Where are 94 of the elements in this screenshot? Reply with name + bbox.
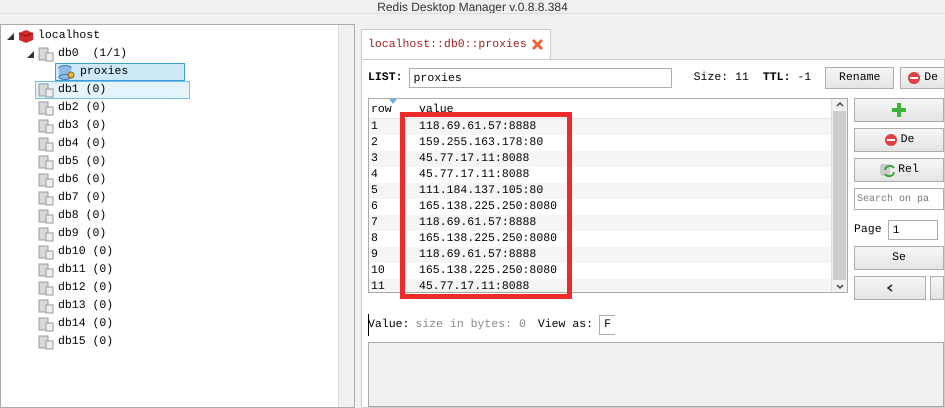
table-cell-text: 118.69.61.57:8888 xyxy=(418,119,538,136)
expand-arrow-icon[interactable] xyxy=(6,32,14,40)
delete-icon xyxy=(884,133,898,147)
database-icon xyxy=(38,136,54,152)
database-icon xyxy=(38,316,54,332)
scroll-up-icon[interactable] xyxy=(834,99,844,109)
table-cell-text: 8 xyxy=(370,231,379,248)
tree-item[interactable]: db14 (0) xyxy=(35,315,116,333)
database-icon xyxy=(38,226,54,242)
value-editor[interactable] xyxy=(368,342,944,407)
delete-button[interactable]: De xyxy=(900,67,944,89)
database-icon xyxy=(38,298,54,314)
database-icon xyxy=(38,190,54,206)
ttl-label: TTL: -1 xyxy=(762,70,812,86)
tree-item[interactable]: db10 (0) xyxy=(35,243,116,261)
table-cell-text: 45.77.17.11:8088 xyxy=(418,151,530,168)
column-header[interactable]: row xyxy=(369,100,413,118)
view-as-label: View as: xyxy=(538,317,594,334)
database-icon xyxy=(38,100,54,116)
tree-item[interactable]: db4 (0) xyxy=(35,135,110,153)
key-icon xyxy=(58,64,76,80)
tree-item[interactable]: db11 (0) xyxy=(35,261,116,279)
table-cell-text: 118.69.61.57:8888 xyxy=(418,247,538,264)
size-info: size in bytes: 0 xyxy=(415,317,526,334)
tree-item[interactable]: localhost xyxy=(15,27,104,45)
page-label: Page xyxy=(854,222,882,238)
database-icon xyxy=(38,280,54,296)
table-cell-text: 159.255.163.178:80 xyxy=(418,135,544,152)
previous-page-button[interactable] xyxy=(854,276,926,300)
server-icon xyxy=(18,28,34,44)
table-cell-text: 45.77.17.11:8088 xyxy=(418,279,530,292)
page-field[interactable]: 1 xyxy=(888,220,938,240)
column-header[interactable]: value xyxy=(413,100,563,118)
table-cell-text: 11 xyxy=(370,279,386,292)
tree-item[interactable]: db12 (0) xyxy=(35,279,116,297)
delete-row-button[interactable]: De xyxy=(854,128,944,152)
database-icon xyxy=(38,118,54,134)
table-cell-text: 1 xyxy=(370,119,379,136)
search-field[interactable]: Search on pa xyxy=(854,188,944,210)
type-label: LIST: xyxy=(368,70,403,86)
rename-button[interactable]: Rename xyxy=(825,67,894,89)
previous-icon xyxy=(886,284,894,292)
table-cell-text: 3 xyxy=(370,151,379,168)
view-as-dropdown[interactable]: F xyxy=(599,315,615,335)
tree-item[interactable]: db15 (0) xyxy=(35,333,116,351)
reload-icon xyxy=(879,162,896,178)
plus-icon xyxy=(892,103,906,117)
set-page-button[interactable]: Se xyxy=(854,246,944,270)
tree-item[interactable]: db0 (1/1) xyxy=(35,45,130,63)
scrollbar[interactable] xyxy=(338,25,354,407)
table-cell-text: 9 xyxy=(370,247,379,264)
next-page-button[interactable] xyxy=(930,276,944,300)
tree-item[interactable]: db1 (0) xyxy=(35,81,190,99)
table-cell-text: 111.184.137.105:80 xyxy=(418,183,544,200)
tree-item[interactable]: proxies xyxy=(55,63,185,81)
table-cell-text: 5 xyxy=(370,183,379,200)
close-icon[interactable] xyxy=(530,38,544,51)
scrollbar[interactable] xyxy=(831,99,847,292)
table-cell-text: 118.69.61.57:8888 xyxy=(418,215,538,232)
table-cell-text: 165.138.225.250:8080 xyxy=(418,199,558,216)
sort-indicator-icon xyxy=(389,99,397,104)
key-name-field[interactable]: proxies xyxy=(408,68,672,88)
table-cell-text: 4 xyxy=(370,167,379,184)
table-cell-text: 45.77.17.11:8088 xyxy=(418,167,530,184)
delete-icon xyxy=(907,71,922,85)
add-button[interactable] xyxy=(854,98,944,122)
table-cell-text: 10 xyxy=(370,263,386,280)
database-icon xyxy=(38,172,54,188)
reload-button[interactable]: Rel xyxy=(854,158,944,182)
tree-item[interactable]: db13 (0) xyxy=(35,297,116,315)
table-cell-text: 7 xyxy=(370,215,379,232)
database-icon xyxy=(38,262,54,278)
tree-item[interactable]: db8 (0) xyxy=(35,207,110,225)
database-icon xyxy=(38,334,54,350)
size-label: Size: 11 xyxy=(694,70,749,86)
database-icon xyxy=(38,46,54,62)
table-cell-text: 2 xyxy=(370,135,379,152)
value-label: Value: xyxy=(368,317,410,334)
database-icon xyxy=(38,244,54,260)
tree-item[interactable]: db5 (0) xyxy=(35,153,110,171)
expand-arrow-icon[interactable] xyxy=(26,50,34,58)
tab[interactable]: localhost::db0::proxies xyxy=(361,29,551,59)
table-cell-text: 165.138.225.250:8080 xyxy=(418,231,558,248)
scroll-down-icon[interactable] xyxy=(834,282,844,292)
tree-item[interactable]: db7 (0) xyxy=(35,189,110,207)
tree-item[interactable]: db2 (0) xyxy=(35,99,110,117)
tree-item[interactable]: db6 (0) xyxy=(35,171,110,189)
tree-item[interactable]: db9 (0) xyxy=(35,225,110,243)
database-icon xyxy=(38,82,54,98)
table-cell-text: 6 xyxy=(370,199,379,216)
database-icon xyxy=(38,208,54,224)
database-icon xyxy=(38,154,54,170)
tree-item[interactable]: db3 (0) xyxy=(35,117,110,135)
table-cell-text: 165.138.225.250:8080 xyxy=(418,263,558,280)
